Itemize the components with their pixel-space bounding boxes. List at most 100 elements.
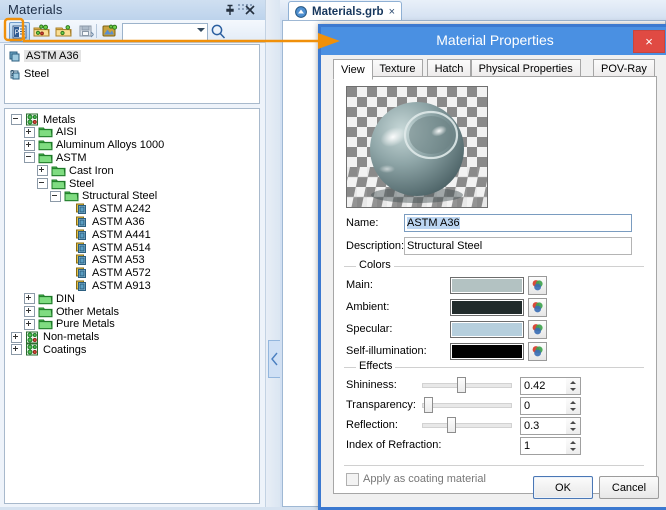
color-picker-button[interactable] (528, 276, 547, 295)
save-material-icon (79, 25, 94, 38)
tree-expander[interactable] (24, 126, 35, 138)
dialog-close-button[interactable]: × (633, 30, 665, 53)
tree-node[interactable]: ASTM A36 (63, 215, 145, 228)
cancel-button[interactable]: Cancel (599, 476, 659, 499)
tree-node[interactable]: Aluminum Alloys 1000 (24, 139, 164, 152)
tab-view[interactable]: View (333, 59, 373, 80)
tree-node[interactable]: Pure Metals (24, 318, 115, 331)
tree-expander[interactable] (24, 306, 35, 317)
tree-node[interactable]: Metals (11, 113, 75, 126)
tree-node[interactable]: ASTM A242 (63, 203, 151, 216)
slider-thumb[interactable] (424, 397, 433, 413)
name-field-value: ASTM A36 (407, 217, 460, 229)
tree-node[interactable]: Cast Iron (37, 164, 114, 177)
effect-slider[interactable] (422, 417, 512, 433)
save-material-button[interactable] (76, 22, 95, 40)
spinner-down-icon[interactable] (570, 428, 576, 431)
material-filter-combo[interactable] (122, 23, 208, 41)
close-icon[interactable]: × (389, 6, 395, 18)
effect-spinner[interactable] (566, 397, 581, 415)
tree-node[interactable]: Coatings (11, 343, 86, 356)
material-tree[interactable]: Metals AISI Aluminum Alloys 1000 ASTM Cast I… (4, 108, 260, 504)
tab-label: Materials.grb (312, 5, 384, 18)
color-swatch[interactable] (450, 321, 524, 338)
close-icon[interactable] (243, 3, 257, 17)
chevron-down-icon[interactable] (197, 28, 205, 32)
material-editor-button[interactable]: P (9, 22, 30, 42)
tree-expander[interactable] (11, 344, 22, 356)
category-icon (26, 331, 38, 344)
effect-spinner[interactable] (566, 377, 581, 395)
name-field[interactable]: ASTM A36 (404, 214, 632, 232)
color-picker-button[interactable] (528, 298, 547, 317)
tree-expander[interactable] (11, 114, 22, 125)
tree-node[interactable]: AISI (24, 126, 77, 139)
spinner-up-icon[interactable] (570, 381, 576, 384)
spinner-up-icon[interactable] (570, 421, 576, 424)
effect-value-input[interactable]: 0 (520, 397, 571, 415)
tree-expander[interactable] (24, 318, 35, 330)
tree-node[interactable]: Structural Steel (50, 190, 157, 203)
color-swatch[interactable] (450, 277, 524, 294)
spinner-down-icon[interactable] (570, 388, 576, 391)
tree-node[interactable]: ASTM A441 (63, 228, 151, 241)
color-swatch[interactable] (450, 299, 524, 316)
material-sphere-preview (346, 86, 488, 208)
folder-icon (38, 140, 53, 151)
footer-separator (344, 465, 644, 466)
search-icon[interactable] (210, 23, 227, 40)
pin-icon[interactable] (223, 3, 237, 17)
list-item[interactable]: ? Steel (8, 67, 49, 81)
recent-materials-list[interactable]: ASTM A36 ? Steel (4, 44, 260, 104)
tree-node[interactable]: ASTM A53 (63, 254, 145, 267)
tree-node[interactable]: Steel (37, 177, 94, 190)
description-label: Description: (346, 240, 405, 252)
slider-thumb[interactable] (447, 417, 456, 433)
new-material-button[interactable] (32, 22, 51, 40)
panel-splitter[interactable] (265, 0, 281, 507)
tree-node[interactable]: ASTM (24, 151, 87, 164)
description-field[interactable]: Structural Steel (404, 237, 632, 255)
tree-node-label: Other Metals (56, 305, 119, 318)
spinner-up-icon[interactable] (570, 401, 576, 404)
tree-node[interactable]: ASTM A514 (63, 241, 151, 254)
effect-value-input[interactable]: 0.42 (520, 377, 571, 395)
open-library-button[interactable] (54, 22, 73, 40)
effect-slider[interactable] (422, 377, 512, 393)
tab-materials-grb[interactable]: Materials.grb × (288, 1, 403, 21)
list-item[interactable]: ASTM A36 (8, 49, 81, 63)
color-picker-button[interactable] (528, 342, 547, 361)
tree-node[interactable]: DIN (24, 292, 75, 305)
effect-value-input[interactable]: 0.3 (520, 417, 571, 435)
tree-expander[interactable] (24, 139, 35, 151)
spinner-down-icon[interactable] (570, 448, 576, 451)
tree-node[interactable]: ASTM A913 (63, 279, 151, 292)
document-icon (295, 5, 307, 18)
spinner-up-icon[interactable] (570, 441, 576, 444)
effect-value-input[interactable]: 1 (520, 437, 571, 455)
apply-material-icon (102, 24, 117, 37)
coating-checkbox[interactable] (346, 473, 359, 486)
tree-node[interactable]: ASTM A572 (63, 267, 151, 280)
effect-slider[interactable] (422, 397, 512, 413)
tree-expander[interactable] (24, 152, 35, 164)
material-swatch-icon (76, 216, 86, 227)
color-swatch[interactable] (450, 343, 524, 360)
tree-node[interactable]: Non-metals (11, 331, 99, 344)
effect-spinner[interactable] (566, 437, 581, 455)
spinner-down-icon[interactable] (570, 408, 576, 411)
slider-thumb[interactable] (457, 377, 466, 393)
effect-spinner[interactable] (566, 417, 581, 435)
tree-expander[interactable] (50, 190, 61, 202)
tree-node[interactable]: Other Metals (24, 305, 119, 318)
tree-node-label: DIN (56, 292, 75, 305)
document-tabstrip: Materials.grb × (280, 0, 666, 21)
tree-expander[interactable] (11, 331, 22, 343)
apply-material-button[interactable] (100, 22, 119, 40)
color-picker-button[interactable] (528, 320, 547, 339)
dialog-title-bar[interactable]: Material Properties × (321, 27, 666, 55)
tree-expander[interactable] (24, 293, 35, 305)
ok-button[interactable]: OK (533, 476, 593, 499)
tree-expander[interactable] (37, 178, 48, 189)
tree-expander[interactable] (37, 165, 48, 177)
